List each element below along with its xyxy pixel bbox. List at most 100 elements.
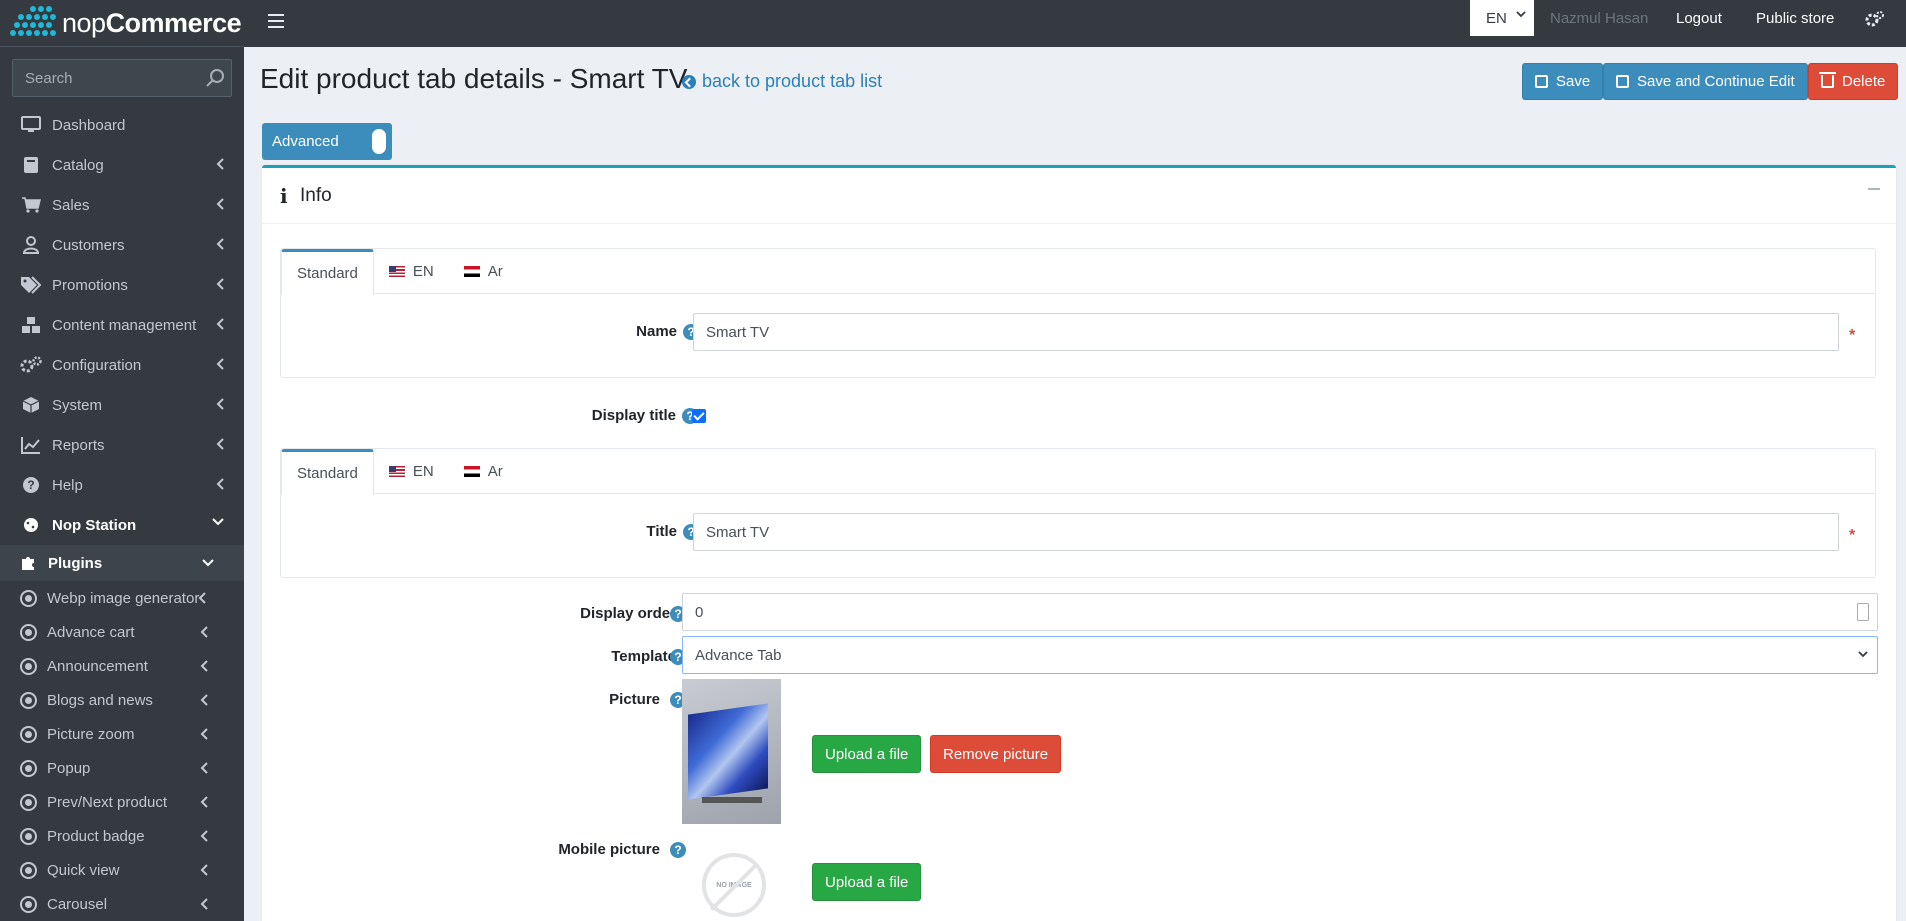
sidebar-item-help[interactable]: ? Help	[0, 465, 244, 505]
circle-dot-icon	[20, 589, 37, 607]
chevron-left-icon	[216, 438, 224, 450]
trash-icon	[1819, 72, 1836, 88]
tab-ar[interactable]: Ar	[449, 249, 518, 294]
chevron-down-icon	[1858, 651, 1868, 658]
chevron-down-icon	[202, 559, 214, 567]
help-icon[interactable]: ?	[670, 842, 686, 858]
tab-label: EN	[412, 263, 434, 280]
sidebar-nav: Dashboard Catalog Sales Customers Promot…	[0, 105, 244, 545]
user-name[interactable]: Nazmul Hasan	[1550, 10, 1648, 27]
circle-dot-icon	[20, 657, 37, 675]
title-label: Title	[646, 523, 677, 540]
circle-dot-icon	[20, 725, 37, 743]
title-input[interactable]: Smart TV	[693, 513, 1839, 551]
plugin-item-carousel[interactable]: Carousel	[0, 887, 244, 921]
plugin-item-quick-view[interactable]: Quick view	[0, 853, 244, 887]
nopcommerce-logo-icon	[8, 4, 58, 42]
tab-label: Ar	[487, 463, 503, 480]
tab-en[interactable]: EN	[374, 449, 449, 494]
sidebar-item-promotions[interactable]: Promotions	[0, 265, 244, 305]
sidebar-item-label: Dashboard	[52, 116, 126, 134]
tab-standard[interactable]: Standard	[281, 249, 374, 295]
tab-ar[interactable]: Ar	[449, 449, 518, 494]
us-flag-icon	[388, 466, 405, 477]
plugin-item-webp-image-generator[interactable]: Webp image generator	[0, 581, 244, 615]
sidebar-item-catalog[interactable]: Catalog	[0, 145, 244, 185]
circle-dot-icon	[20, 827, 37, 845]
sidebar-item-plugins[interactable]: Plugins	[0, 545, 244, 581]
delete-button[interactable]: Delete	[1808, 63, 1899, 100]
chevron-left-icon	[200, 796, 208, 808]
upload-picture-button[interactable]: Upload a file	[812, 735, 922, 773]
name-localized-tabs: Standard EN Ar Name ? Smart TV *	[280, 248, 1876, 378]
chevron-left-icon	[216, 198, 224, 210]
back-to-list-link[interactable]: back to product tab list	[682, 71, 882, 92]
sidebar-item-reports[interactable]: Reports	[0, 425, 244, 465]
chevron-left-icon	[216, 238, 224, 250]
public-store-link[interactable]: Public store	[1756, 10, 1834, 27]
chevron-down-icon	[212, 518, 224, 526]
advanced-toggle[interactable]: Advanced	[262, 123, 392, 160]
menu-toggle-icon[interactable]	[268, 14, 284, 28]
name-input[interactable]: Smart TV	[693, 313, 1839, 351]
upload-mobile-picture-button[interactable]: Upload a file	[812, 863, 922, 901]
display-title-label: Display title	[591, 407, 676, 424]
mobile-picture-label: Mobile picture	[558, 841, 660, 858]
sidebar-item-content-management[interactable]: Content management	[0, 305, 244, 345]
chart-icon	[20, 435, 42, 455]
remove-picture-button[interactable]: Remove picture	[930, 735, 1062, 773]
display-order-label: Display order	[580, 605, 676, 622]
sidebar-item-dashboard[interactable]: Dashboard	[0, 105, 244, 145]
gears-icon	[20, 355, 42, 375]
plugin-item-advance-cart[interactable]: Advance cart	[0, 615, 244, 649]
sidebar-item-configuration[interactable]: Configuration	[0, 345, 244, 385]
plugin-item-label: Advance cart	[47, 623, 135, 641]
plugin-item-blogs-and-news[interactable]: Blogs and news	[0, 683, 244, 717]
display-order-input[interactable]: 0	[682, 593, 1878, 631]
tab-en[interactable]: EN	[374, 249, 449, 294]
chevron-left-icon	[216, 478, 224, 490]
language-select[interactable]: EN	[1470, 0, 1534, 36]
save-continue-button-label: Save and Continue Edit	[1637, 73, 1795, 90]
required-mark: *	[1849, 327, 1856, 344]
plugin-item-picture-zoom[interactable]: Picture zoom	[0, 717, 244, 751]
plugin-item-popup[interactable]: Popup	[0, 751, 244, 785]
sidebar-search	[12, 59, 232, 97]
plugin-item-product-badge[interactable]: Product badge	[0, 819, 244, 853]
tab-standard[interactable]: Standard	[281, 449, 374, 495]
monitor-icon	[20, 115, 42, 135]
tab-label: EN	[412, 463, 434, 480]
product-tab-picture	[682, 679, 781, 824]
chevron-left-icon	[200, 660, 208, 672]
sidebar-item-label: Sales	[52, 196, 90, 214]
collapse-icon[interactable]	[1868, 188, 1880, 190]
plugin-item-prev-next-product[interactable]: Prev/Next product	[0, 785, 244, 819]
upload-button-label: Upload a file	[825, 873, 909, 891]
search-icon[interactable]	[204, 67, 226, 89]
sidebar-item-nop-station[interactable]: Nop Station	[0, 505, 244, 545]
display-title-checkbox[interactable]	[692, 409, 706, 423]
gears-icon[interactable]	[1864, 10, 1884, 30]
sidebar-item-label: Customers	[52, 236, 125, 254]
brand[interactable]: nopCommerce	[0, 0, 244, 47]
chevron-left-icon	[200, 898, 208, 910]
upload-button-label: Upload a file	[825, 745, 909, 763]
logout-link[interactable]: Logout	[1676, 10, 1722, 27]
puzzle-icon	[20, 555, 38, 571]
sidebar-item-system[interactable]: System	[0, 385, 244, 425]
us-flag-icon	[388, 266, 405, 277]
plugin-item-announcement[interactable]: Announcement	[0, 649, 244, 683]
plugin-item-label: Product badge	[47, 827, 145, 845]
save-button[interactable]: Save	[1522, 63, 1604, 100]
template-select[interactable]: Advance Tab	[682, 636, 1878, 674]
plugin-item-label: Picture zoom	[47, 725, 135, 743]
sidebar-item-sales[interactable]: Sales	[0, 185, 244, 225]
info-card-header[interactable]: i Info	[262, 168, 1896, 224]
chevron-left-icon	[216, 398, 224, 410]
search-input[interactable]	[12, 59, 232, 97]
number-spinner[interactable]	[1857, 603, 1869, 621]
toggle-knob	[372, 129, 386, 154]
circle-dot-icon	[20, 895, 37, 913]
sidebar-item-customers[interactable]: Customers	[0, 225, 244, 265]
save-and-continue-button[interactable]: Save and Continue Edit	[1603, 63, 1808, 100]
